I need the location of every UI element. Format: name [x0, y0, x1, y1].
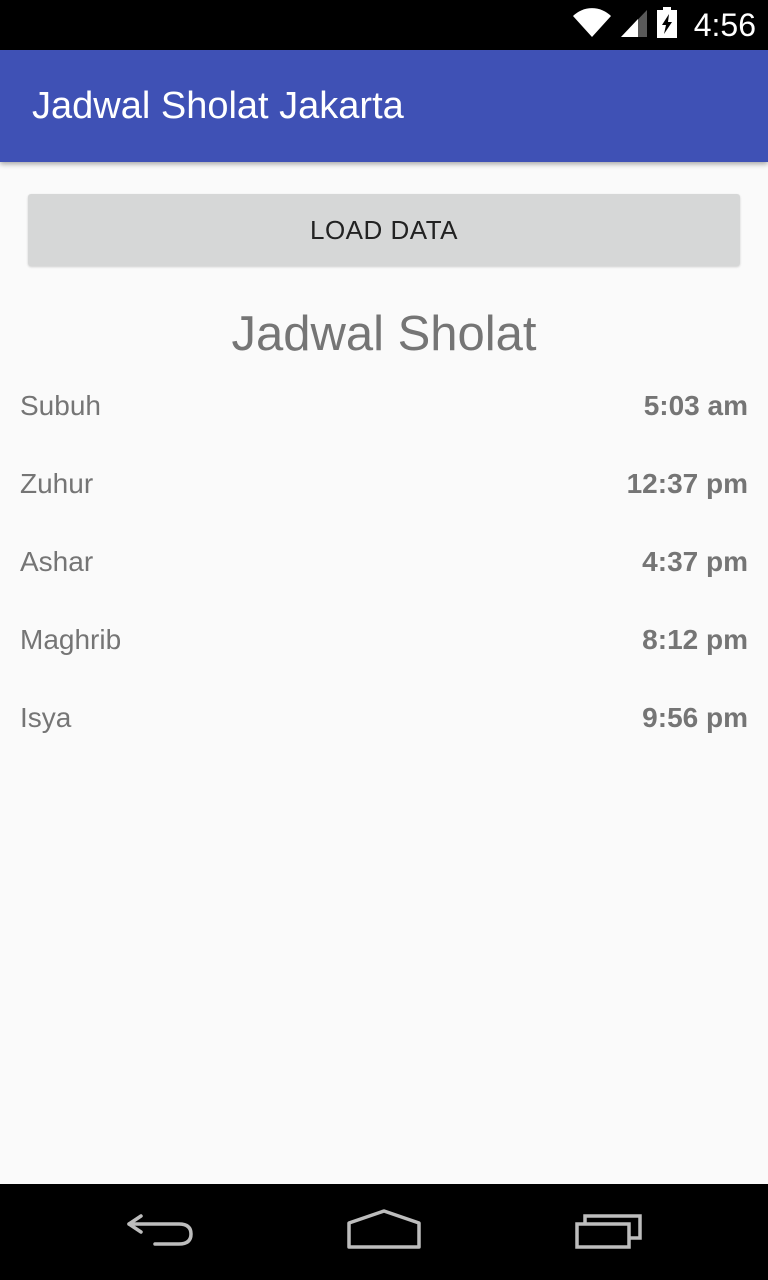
schedule-list: Subuh 5:03 am Zuhur 12:37 pm Ashar 4:37 … — [0, 384, 768, 774]
app-bar: Jadwal Sholat Jakarta — [0, 50, 768, 162]
back-icon — [125, 1210, 195, 1255]
schedule-row-maghrib: Maghrib 8:12 pm — [0, 618, 768, 696]
cell-signal-icon — [620, 8, 648, 43]
prayer-time: 5:03 am — [643, 390, 748, 421]
status-time: 4:56 — [693, 6, 756, 43]
prayer-name: Ashar — [20, 546, 94, 577]
schedule-row-ashar: Ashar 4:37 pm — [0, 540, 768, 618]
schedule-row-zuhur: Zuhur 12:37 pm — [0, 462, 768, 540]
prayer-name: Subuh — [20, 390, 101, 421]
prayer-name: Isya — [20, 702, 72, 733]
wifi-icon — [572, 7, 612, 43]
schedule-row-subuh: Subuh 5:03 am — [0, 384, 768, 462]
prayer-time: 8:12 pm — [642, 624, 748, 655]
status-bar: 4:56 — [0, 0, 768, 50]
prayer-name: Zuhur — [20, 468, 94, 499]
status-icons: 4:56 — [572, 0, 756, 50]
load-data-button[interactable]: LOAD DATA — [28, 194, 740, 266]
prayer-time: 9:56 pm — [642, 702, 748, 733]
navigation-bar — [0, 1184, 768, 1280]
prayer-name: Maghrib — [20, 624, 122, 655]
prayer-time: 12:37 pm — [626, 468, 748, 499]
home-icon — [346, 1208, 422, 1256]
battery-charging-icon — [656, 6, 678, 44]
home-button[interactable] — [324, 1184, 444, 1280]
back-button[interactable] — [100, 1184, 220, 1280]
schedule-row-isya: Isya 9:56 pm — [0, 696, 768, 774]
prayer-time: 4:37 pm — [642, 546, 748, 577]
app-title: Jadwal Sholat Jakarta — [32, 85, 404, 127]
section-title: Jadwal Sholat — [231, 307, 537, 361]
recents-icon — [574, 1210, 646, 1255]
recents-button[interactable] — [550, 1184, 670, 1280]
